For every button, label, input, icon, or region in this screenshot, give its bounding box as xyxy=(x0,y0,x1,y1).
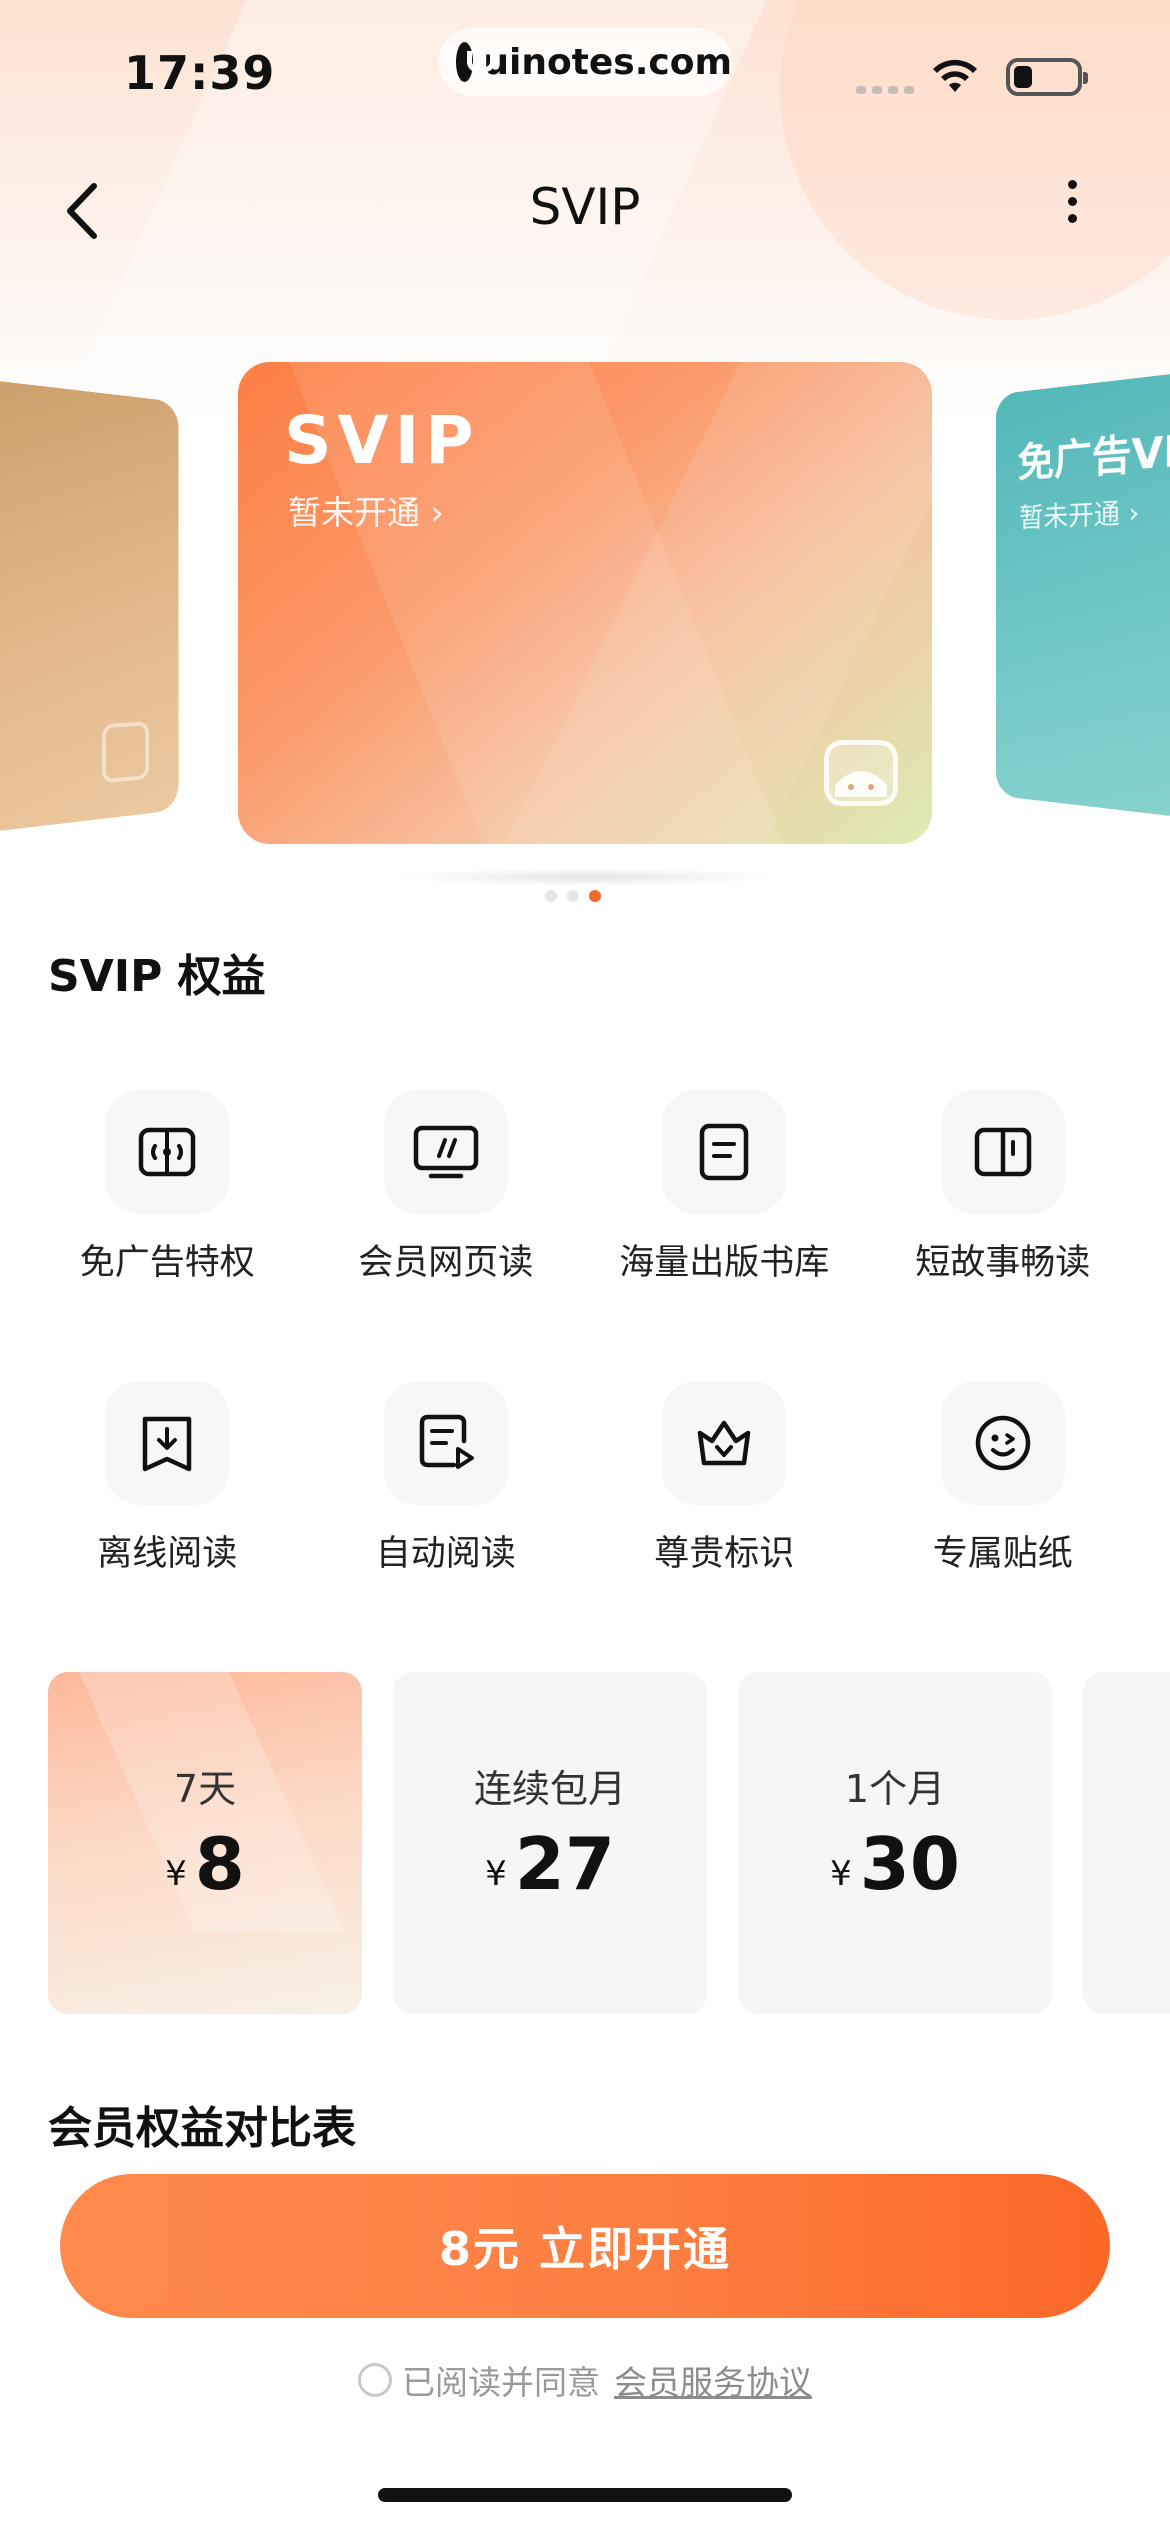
plan-price: ¥30 xyxy=(830,1822,960,1906)
card-next-title: 免广告VIP xyxy=(1017,422,1170,487)
plan-name: 7天 xyxy=(173,1767,237,1811)
benefit-item-ad-free[interactable]: 免广告特权 xyxy=(28,1090,307,1285)
card-brand: SVIP xyxy=(284,402,480,479)
card-status-link[interactable]: 暂未开通 › xyxy=(288,486,444,534)
agreement-row: 已阅读并同意 会员服务协议 xyxy=(0,2356,1170,2404)
benefits-grid: 免广告特权 会员网页读 海量出版书库 短故事畅读 离线阅读 自动阅读 尊贵标识 … xyxy=(28,1090,1142,1576)
plan-list: 7天 ¥8 连续包月 ¥27 1个月 ¥30 xyxy=(48,1672,1170,2016)
status-time: 17:39 xyxy=(124,46,276,100)
plan-name: 连续包月 xyxy=(473,1767,626,1811)
library-icon xyxy=(700,1123,749,1181)
url-text: uinotes.com xyxy=(483,41,732,83)
benefit-label: 短故事畅读 xyxy=(915,1243,1091,1283)
card-previous[interactable] xyxy=(0,376,179,836)
benefit-label: 尊贵标识 xyxy=(654,1534,795,1574)
benefit-label: 离线阅读 xyxy=(97,1534,238,1574)
agreement-text: 已阅读并同意 xyxy=(402,2363,600,2402)
agree-radio-checkbox[interactable] xyxy=(358,2363,392,2397)
benefit-item-library[interactable]: 海量出版书库 xyxy=(585,1090,864,1285)
carousel-dot-active xyxy=(589,890,601,902)
ad-free-icon xyxy=(139,1127,196,1177)
benefit-item-auto-read[interactable]: 自动阅读 xyxy=(307,1381,586,1576)
plan-option-1-month[interactable]: 1个月 ¥30 xyxy=(738,1672,1052,2014)
benefit-item-badge[interactable]: 尊贵标识 xyxy=(585,1381,864,1576)
uinotes-logo-icon xyxy=(456,42,496,82)
benefit-item-short-story[interactable]: 短故事畅读 xyxy=(864,1090,1143,1285)
benefit-label: 会员网页读 xyxy=(358,1243,534,1283)
card-next-status: 暂未开通 › xyxy=(1019,495,1140,534)
more-options-icon[interactable] xyxy=(1052,172,1092,242)
benefit-label: 海量出版书库 xyxy=(619,1243,830,1283)
plan-option-more[interactable] xyxy=(1083,1672,1170,2014)
crown-icon xyxy=(698,1420,751,1466)
wifi-icon xyxy=(933,59,977,92)
book-icon xyxy=(974,1127,1031,1177)
carousel-dot xyxy=(545,890,557,902)
carousel-dots xyxy=(545,890,601,902)
auto-read-icon xyxy=(419,1414,474,1469)
plan-price: ¥27 xyxy=(485,1822,615,1906)
header-decoration-circle xyxy=(780,0,1170,320)
plan-option-monthly-auto[interactable]: 连续包月 ¥27 xyxy=(393,1672,707,2014)
plan-option-7-days[interactable]: 7天 ¥8 xyxy=(48,1672,362,2014)
benefit-item-web-read[interactable]: 会员网页读 xyxy=(307,1090,586,1285)
home-indicator xyxy=(378,2488,792,2502)
battery-icon xyxy=(1006,58,1088,96)
membership-card-svip[interactable]: SVIP 暂未开通 › xyxy=(238,362,932,844)
benefit-item-sticker[interactable]: 专属贴纸 xyxy=(864,1381,1143,1576)
benefit-item-offline[interactable]: 离线阅读 xyxy=(28,1381,307,1576)
carousel-dot xyxy=(567,890,579,902)
benefit-label: 专属贴纸 xyxy=(932,1534,1073,1574)
compare-table-title[interactable]: 会员权益对比表 xyxy=(48,2092,356,2156)
service-agreement-link[interactable]: 会员服务协议 xyxy=(614,2356,812,2404)
offline-download-icon xyxy=(143,1416,192,1472)
plan-price: ¥8 xyxy=(165,1822,245,1906)
plan-name: 1个月 xyxy=(844,1767,946,1811)
card-shadow xyxy=(392,868,782,886)
benefit-label: 免广告特权 xyxy=(79,1243,255,1283)
web-read-icon xyxy=(413,1125,478,1179)
url-pill[interactable]: uinotes.com xyxy=(438,28,732,96)
benefits-title: SVIP 权益 xyxy=(48,951,266,1002)
sticker-icon xyxy=(975,1415,1030,1471)
subscribe-button[interactable]: 8元 立即开通 xyxy=(60,2174,1110,2318)
cellular-signal-icon xyxy=(856,86,914,94)
benefit-label: 自动阅读 xyxy=(375,1534,516,1574)
card-next[interactable]: 免广告VIP 暂未开通 › xyxy=(995,363,1170,827)
card-mascot-icon xyxy=(824,740,898,806)
page-title: SVIP xyxy=(529,178,641,236)
card-mascot-icon xyxy=(102,721,149,784)
